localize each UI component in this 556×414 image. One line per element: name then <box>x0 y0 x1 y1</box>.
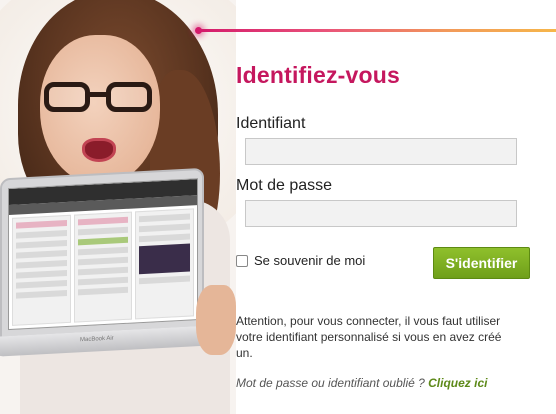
laptop-brand: MacBook Air <box>80 335 114 344</box>
woman-hand <box>196 285 236 355</box>
login-notice: Attention, pour vous connecter, il vous … <box>236 314 502 360</box>
page-title: Identifiez-vous <box>236 62 401 88</box>
remember-checkbox[interactable] <box>236 254 248 267</box>
glasses-icon <box>44 82 154 116</box>
username-label: Identifiant <box>236 115 306 132</box>
glow-dot-icon <box>195 27 202 34</box>
laptop-illustration: MacBook Air <box>0 167 214 363</box>
forgot-prefix: Mot de passe ou identifiant oublié ? <box>236 376 425 390</box>
laptop-lid <box>0 167 204 339</box>
username-input[interactable] <box>245 138 517 165</box>
remember-me[interactable]: Se souvenir de moi <box>236 253 365 268</box>
password-input[interactable] <box>245 200 517 227</box>
forgot-credentials: Mot de passe ou identifiant oublié ? Cli… <box>236 376 487 390</box>
laptop-screen <box>8 178 198 331</box>
remember-label: Se souvenir de moi <box>254 253 366 268</box>
hero-image: MacBook Air <box>0 0 236 414</box>
forgot-link[interactable]: Cliquez ici <box>428 376 487 390</box>
woman-mouth <box>82 138 116 162</box>
decorative-line <box>198 29 556 32</box>
password-label: Mot de passe <box>236 177 333 194</box>
login-button[interactable]: S'identifier <box>433 247 530 279</box>
